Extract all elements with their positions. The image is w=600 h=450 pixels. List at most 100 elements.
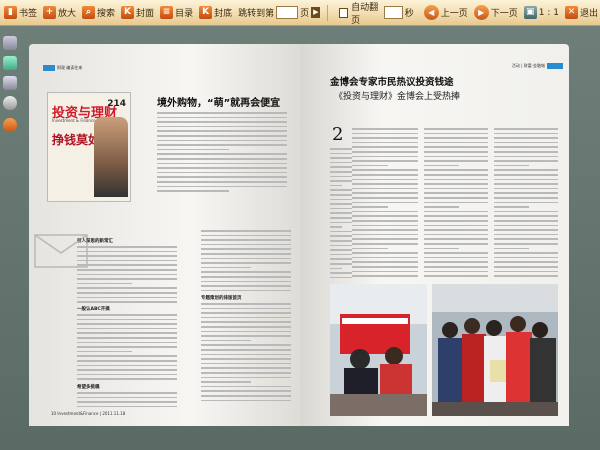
text-line bbox=[157, 135, 287, 137]
text-line bbox=[201, 372, 291, 374]
text-line bbox=[494, 164, 530, 167]
text-line bbox=[201, 399, 291, 402]
go-button[interactable]: ▶ bbox=[311, 7, 321, 18]
exit-button[interactable]: ✕ 退出 bbox=[563, 3, 600, 23]
text-line bbox=[494, 174, 558, 176]
text-line bbox=[352, 141, 418, 144]
text-line bbox=[424, 220, 488, 222]
text-line bbox=[77, 259, 177, 262]
text-line bbox=[494, 238, 558, 240]
cover-subtitle: Investment & Finance bbox=[52, 118, 96, 123]
text-line bbox=[157, 162, 287, 165]
arrow-left-icon: ◀ bbox=[423, 5, 439, 20]
bookmark-button[interactable]: ▮ 书签 bbox=[2, 3, 39, 23]
text-line bbox=[330, 272, 352, 274]
text-line bbox=[201, 312, 291, 314]
info-icon[interactable] bbox=[3, 118, 17, 132]
text-line bbox=[352, 178, 418, 181]
cover-person-photo bbox=[94, 117, 128, 197]
text-line bbox=[352, 206, 389, 208]
text-line bbox=[201, 257, 291, 260]
column-body-lines bbox=[201, 230, 291, 292]
magazine-spread: 财观 编读往来 投资与理财 214 Investment & Finance 挣… bbox=[29, 44, 569, 426]
magazine-cover-image: 投资与理财 214 Investment & Finance 挣钱莫如减钱 bbox=[47, 92, 131, 202]
text-line bbox=[330, 207, 352, 210]
search-button[interactable]: ⌕ 搜索 bbox=[80, 3, 117, 23]
text-line bbox=[330, 230, 352, 233]
text-line bbox=[201, 262, 291, 264]
text-line bbox=[77, 287, 177, 289]
text-line bbox=[201, 321, 291, 323]
text-line bbox=[330, 198, 352, 201]
zoom-in-button[interactable]: + 放大 bbox=[41, 3, 78, 23]
right-col2-lines bbox=[424, 128, 488, 278]
text-line bbox=[424, 174, 488, 176]
section-tag-right: 活动 | 财富·金融城 bbox=[511, 63, 545, 68]
text-line bbox=[77, 346, 177, 348]
jump-page-input[interactable] bbox=[276, 6, 299, 19]
print-icon[interactable] bbox=[3, 76, 17, 90]
text-line bbox=[494, 256, 558, 259]
left-page[interactable]: 财观 编读往来 投资与理财 214 Investment & Finance 挣… bbox=[29, 44, 300, 426]
text-line bbox=[352, 197, 418, 199]
bookmark-icon: ▮ bbox=[4, 6, 17, 19]
settings-icon[interactable] bbox=[3, 96, 17, 110]
actual-size-icon: ▣ bbox=[523, 6, 537, 19]
text-line bbox=[424, 224, 488, 227]
event-photo-2-graphic bbox=[432, 284, 558, 416]
text-line bbox=[77, 264, 177, 266]
letter-title-3: 希望多挑稿 bbox=[77, 385, 100, 390]
arrow-right-icon: ▶ bbox=[473, 5, 489, 20]
share-icon[interactable] bbox=[3, 56, 17, 70]
text-line bbox=[424, 178, 488, 181]
text-line bbox=[494, 233, 558, 236]
text-line bbox=[157, 139, 287, 142]
event-photo-1 bbox=[330, 284, 427, 416]
text-line bbox=[494, 132, 558, 135]
section-tag-right-marker bbox=[547, 63, 563, 69]
text-line bbox=[494, 215, 558, 217]
text-line bbox=[157, 148, 229, 151]
text-line bbox=[352, 187, 418, 190]
toc-button[interactable]: ≡ 目录 bbox=[158, 3, 195, 23]
text-line bbox=[330, 240, 352, 242]
text-line bbox=[494, 160, 558, 162]
text-line bbox=[424, 233, 488, 236]
text-line bbox=[330, 152, 352, 155]
text-line bbox=[352, 201, 418, 204]
back-cover-button[interactable]: K 封底 bbox=[197, 3, 234, 23]
text-line bbox=[157, 125, 287, 128]
section-tag-marker bbox=[43, 65, 55, 71]
text-line bbox=[77, 269, 177, 271]
autoflip-checkbox[interactable] bbox=[339, 7, 349, 18]
text-line bbox=[77, 392, 177, 394]
text-line bbox=[494, 270, 558, 273]
next-page-button[interactable]: ▶ 下一页 bbox=[472, 3, 520, 23]
text-line bbox=[494, 261, 558, 263]
prev-page-button[interactable]: ◀ 上一页 bbox=[422, 3, 470, 23]
right-page[interactable]: 活动 | 财富·金融城 金博会专家市民热议投资钱途 《投资与理财》金博会上受热捧… bbox=[300, 44, 569, 426]
text-line bbox=[352, 146, 418, 148]
text-line bbox=[330, 175, 352, 178]
text-line bbox=[330, 244, 352, 247]
text-line bbox=[157, 153, 287, 155]
text-line bbox=[494, 155, 558, 158]
close-icon: ✕ bbox=[564, 6, 578, 19]
text-line bbox=[201, 248, 291, 250]
text-line bbox=[157, 144, 287, 146]
event-photo-2 bbox=[432, 284, 558, 416]
autoflip-seconds-input[interactable] bbox=[383, 6, 403, 19]
cover-issue-number: 214 bbox=[107, 99, 126, 109]
text-line bbox=[352, 252, 418, 254]
text-line bbox=[330, 189, 352, 191]
article-subheadline-right: 《投资与理财》金博会上受热捧 bbox=[334, 92, 461, 102]
text-line bbox=[494, 178, 558, 181]
actual-size-button[interactable]: ▣ 1 : 1 bbox=[522, 3, 561, 23]
text-line bbox=[424, 252, 488, 254]
text-line bbox=[494, 252, 558, 254]
thumbnail-icon[interactable] bbox=[3, 36, 17, 50]
cover-button[interactable]: K 封面 bbox=[119, 3, 156, 23]
text-line bbox=[201, 280, 291, 283]
text-line bbox=[330, 194, 352, 196]
text-line bbox=[330, 166, 352, 168]
